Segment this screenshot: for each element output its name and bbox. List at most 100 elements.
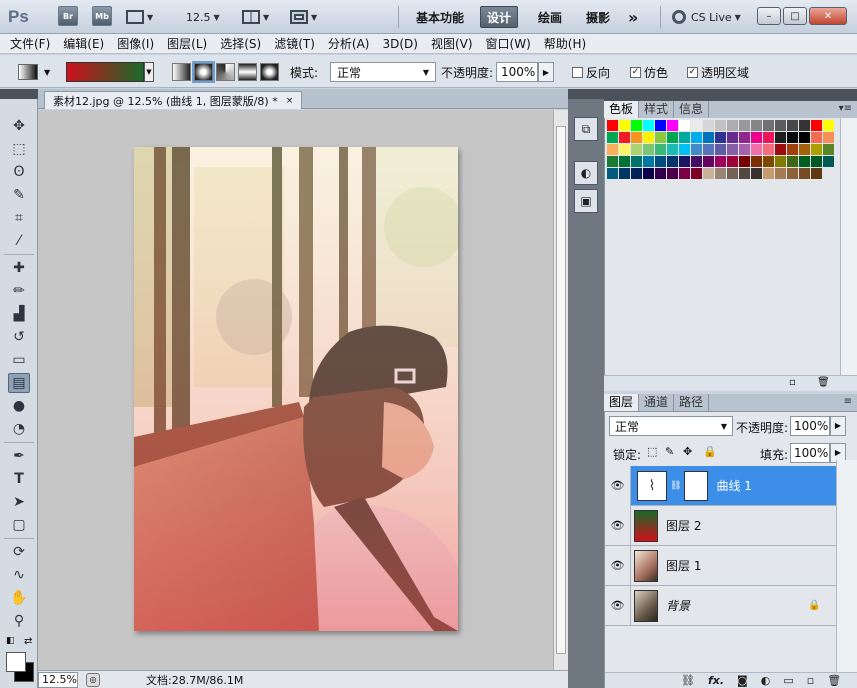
color-swatch[interactable] <box>727 156 739 168</box>
shape-tool[interactable]: ▢ <box>8 515 30 535</box>
add-mask-icon[interactable]: ◙ <box>737 674 748 687</box>
color-swatch[interactable] <box>643 168 655 180</box>
color-swatch[interactable] <box>667 120 679 132</box>
color-swatch[interactable] <box>799 120 811 132</box>
gradient-tool[interactable]: ▤ <box>8 373 30 393</box>
gradient-picker-arrow[interactable]: ▼ <box>144 62 154 82</box>
color-swatch[interactable] <box>823 120 835 132</box>
layer-row-background[interactable]: 👁 背景 🔒 <box>605 585 836 626</box>
color-swatch[interactable] <box>667 144 679 156</box>
color-swatch[interactable] <box>823 144 835 156</box>
document-image[interactable] <box>134 147 458 631</box>
color-swatch[interactable] <box>703 144 715 156</box>
eraser-tool[interactable]: ▭ <box>8 350 30 370</box>
blur-tool[interactable]: ● <box>8 396 30 416</box>
color-swatch[interactable] <box>799 168 811 180</box>
color-swatch[interactable] <box>751 120 763 132</box>
3d-orbit-tool[interactable]: ∿ <box>8 565 30 585</box>
lock-position-icon[interactable]: ✥ <box>683 445 692 458</box>
color-swatch[interactable] <box>691 156 703 168</box>
linear-gradient-button[interactable] <box>172 63 191 81</box>
swatches-scrollbar[interactable] <box>840 118 857 375</box>
more-workspaces-button[interactable]: » <box>622 6 644 28</box>
color-swatch[interactable] <box>811 120 823 132</box>
move-tool[interactable]: ✥ <box>8 116 30 136</box>
menu-image[interactable]: 图像(I) <box>117 35 154 52</box>
color-swatch[interactable] <box>715 156 727 168</box>
color-swatch[interactable] <box>655 168 667 180</box>
default-colors-icon[interactable]: ◧ <box>6 636 15 646</box>
menu-view[interactable]: 视图(V) <box>431 35 473 52</box>
toolbar-header[interactable] <box>0 89 38 99</box>
layer-row-gradient[interactable]: 👁 图层 2 <box>605 505 836 546</box>
color-swatch[interactable] <box>607 144 619 156</box>
color-swatch[interactable] <box>691 144 703 156</box>
link-layers-icon[interactable]: ⛓ <box>681 674 695 687</box>
color-swatch[interactable] <box>631 156 643 168</box>
foreground-color-swatch[interactable] <box>6 652 26 672</box>
brush-tool[interactable]: ✏ <box>8 281 30 301</box>
lock-transparency-icon[interactable]: ⬚ <box>647 445 657 458</box>
panel-menu-icon[interactable]: ≡ <box>844 394 852 411</box>
color-swatch[interactable] <box>679 120 691 132</box>
color-swatch[interactable] <box>775 144 787 156</box>
lock-all-icon[interactable]: 🔒 <box>703 445 717 458</box>
document-tab[interactable]: 素材12.jpg @ 12.5% (曲线 1, 图层蒙版/8) * × <box>44 91 303 109</box>
panel-menu-icon[interactable]: ▾≡ <box>839 101 852 118</box>
color-swatch[interactable] <box>823 156 835 168</box>
color-swatch[interactable] <box>727 120 739 132</box>
arrange-documents-button[interactable]: ▼ <box>242 6 269 28</box>
menu-window[interactable]: 窗口(W) <box>486 35 531 52</box>
menu-3d[interactable]: 3D(D) <box>382 37 417 51</box>
color-swatch[interactable] <box>655 132 667 144</box>
color-swatch[interactable] <box>655 120 667 132</box>
menu-file[interactable]: 文件(F) <box>10 35 50 52</box>
color-swatch[interactable] <box>799 144 811 156</box>
color-swatch[interactable] <box>751 156 763 168</box>
color-swatch[interactable] <box>739 168 751 180</box>
color-swatch[interactable] <box>715 144 727 156</box>
color-swatch[interactable] <box>775 168 787 180</box>
workspace-essentials[interactable]: 基本功能 <box>410 6 470 28</box>
color-swatch[interactable] <box>643 144 655 156</box>
color-swatch[interactable] <box>751 144 763 156</box>
workspace-painting[interactable]: 绘画 <box>532 6 568 28</box>
minimize-button[interactable]: – <box>757 7 781 25</box>
opacity-input[interactable]: 100% <box>496 62 538 82</box>
healing-tool[interactable]: ✚ <box>8 258 30 278</box>
adjustment-layer-icon[interactable]: ◐ <box>761 674 771 687</box>
history-brush-tool[interactable]: ↺ <box>8 327 30 347</box>
menu-select[interactable]: 选择(S) <box>220 35 261 52</box>
color-swatch[interactable] <box>727 144 739 156</box>
opacity-slider-button[interactable]: ▶ <box>538 62 554 82</box>
color-swatch[interactable] <box>787 144 799 156</box>
new-layer-icon[interactable]: ▫ <box>807 674 814 687</box>
gradient-editor-swatch[interactable] <box>66 62 144 82</box>
color-swatch[interactable] <box>643 132 655 144</box>
dither-option[interactable]: ✓ 仿色 <box>630 62 668 82</box>
menu-analysis[interactable]: 分析(A) <box>328 35 370 52</box>
crop-tool[interactable]: ⌗ <box>8 208 30 228</box>
color-swatch[interactable] <box>811 168 823 180</box>
vertical-scrollbar[interactable] <box>553 110 568 670</box>
color-swatch[interactable] <box>787 120 799 132</box>
group-folder-icon[interactable]: ▭ <box>783 674 793 687</box>
hand-tool[interactable]: ✋ <box>8 588 30 608</box>
tab-swatches[interactable]: 色板 <box>604 101 640 118</box>
menu-layer[interactable]: 图层(L) <box>167 35 207 52</box>
color-swatch[interactable] <box>763 168 775 180</box>
tab-info[interactable]: 信息 <box>674 101 710 118</box>
mini-bridge-button[interactable]: Mb <box>92 6 112 26</box>
layer-row-photo[interactable]: 👁 图层 1 <box>605 545 836 586</box>
workspace-design[interactable]: 设计 <box>480 6 519 28</box>
menu-filter[interactable]: 滤镜(T) <box>274 35 315 52</box>
radial-gradient-button[interactable] <box>192 61 215 83</box>
canvas-area[interactable] <box>38 110 553 670</box>
zoom-field[interactable]: 12.5% <box>38 671 78 688</box>
color-swatch[interactable] <box>703 132 715 144</box>
color-swatch[interactable] <box>607 168 619 180</box>
color-swatch[interactable] <box>619 168 631 180</box>
color-swatch[interactable] <box>703 156 715 168</box>
tab-layers[interactable]: 图层 <box>604 394 640 411</box>
new-swatch-icon[interactable]: ▫ <box>789 377 796 388</box>
